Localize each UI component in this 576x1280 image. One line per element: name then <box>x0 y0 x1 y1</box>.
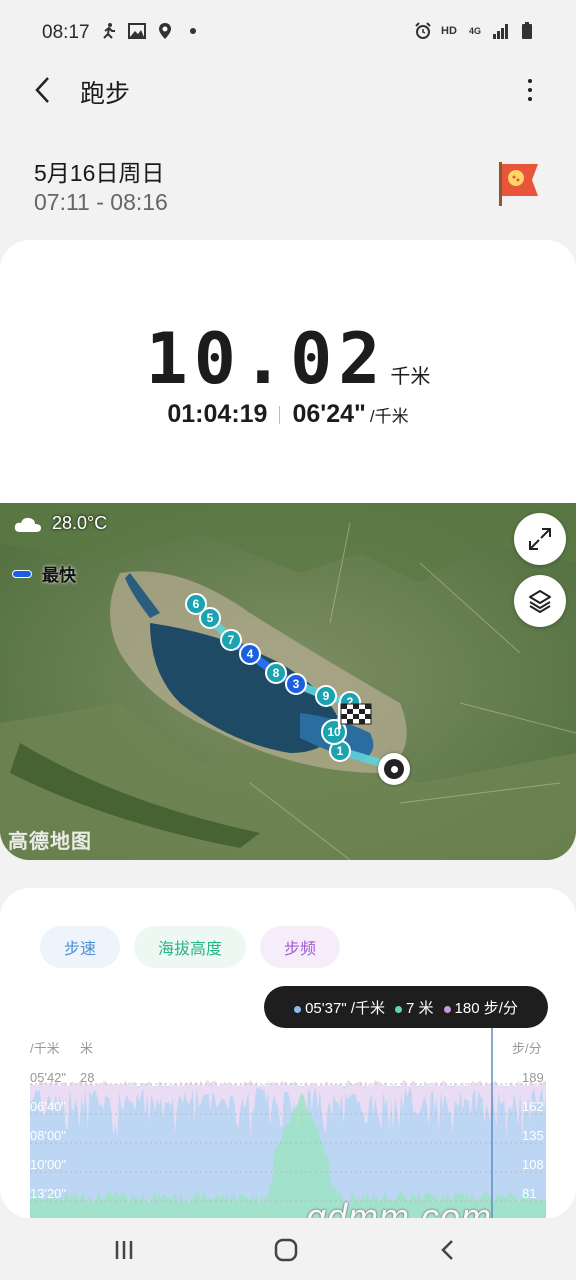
pace-tick: 13'20" <box>30 1186 66 1201</box>
route-marker-4[interactable]: 4 <box>239 643 261 665</box>
run-notification-icon <box>100 22 118 40</box>
flag-icon[interactable] <box>496 160 542 208</box>
more-dot-icon <box>528 79 532 83</box>
location-icon <box>156 22 174 40</box>
temperature: 28.0°C <box>52 513 108 533</box>
map-provider-logo: 高德地图 <box>8 831 92 853</box>
route-marker-7[interactable]: 7 <box>220 629 242 651</box>
expand-icon <box>529 528 551 550</box>
fullscreen-button[interactable] <box>514 513 566 565</box>
tooltip-altitude: 7 米 <box>406 999 434 1017</box>
dot-icon <box>184 22 202 40</box>
system-nav-bar <box>0 1218 576 1280</box>
status-time: 08:17 <box>42 22 90 43</box>
gallery-icon <box>128 22 146 40</box>
more-dot-icon <box>528 97 532 101</box>
left-unit-pace: /千米 <box>30 1041 60 1056</box>
pace-unit: /千米 <box>369 407 409 426</box>
route-marker-8[interactable]: 8 <box>265 662 287 684</box>
layers-icon <box>529 590 551 613</box>
route-marker-6[interactable]: 6 <box>185 593 207 615</box>
hd-icon: HD <box>441 25 457 37</box>
recent-apps-button[interactable] <box>108 1234 140 1266</box>
route-marker-3[interactable]: 3 <box>285 673 307 695</box>
pace-value: 06'24" <box>292 400 366 428</box>
duration-value: 01:04:19 <box>167 400 268 428</box>
route-marker-9[interactable]: 9 <box>315 685 337 707</box>
cadence-tick: 135 <box>522 1128 544 1143</box>
signal-icon <box>492 22 510 40</box>
tab-altitude[interactable]: 海拔高度 <box>134 926 246 968</box>
pace-tick: 06'40" <box>30 1099 66 1114</box>
finish-flag-icon <box>336 703 374 729</box>
back-button[interactable] <box>28 74 60 106</box>
chevron-left-icon <box>35 77 49 103</box>
recents-icon <box>115 1241 133 1259</box>
cadence-tick: 108 <box>522 1157 544 1172</box>
alarm-icon <box>414 22 432 40</box>
start-marker[interactable] <box>378 753 410 785</box>
more-dot-icon <box>528 88 532 92</box>
status-bar: 08:17 HD 4G <box>0 0 576 66</box>
tab-pace[interactable]: 步速 <box>40 926 120 968</box>
pace-dot-icon <box>294 1005 302 1013</box>
more-options-button[interactable] <box>516 76 544 104</box>
fastest-legend-icon <box>12 569 32 578</box>
session-time-range: 07:11 - 08:16 <box>34 189 168 215</box>
distance-unit: 千米 <box>390 366 431 388</box>
tab-cadence[interactable]: 步频 <box>260 926 340 968</box>
app-bar: 跑步 <box>0 66 576 114</box>
4g-icon: 4G <box>468 26 481 36</box>
altitude-tick: 28 <box>80 1070 94 1085</box>
home-button[interactable] <box>270 1234 302 1266</box>
page-title: 跑步 <box>80 80 131 108</box>
back-nav-button[interactable] <box>432 1234 464 1266</box>
cadence-dot-icon <box>443 1005 451 1013</box>
battery-icon <box>518 22 536 40</box>
cloud-icon <box>14 517 41 532</box>
altitude-dot-icon <box>395 1005 402 1013</box>
pace-tick: 08'00" <box>30 1128 66 1143</box>
distance-value: 10.02 <box>145 318 387 400</box>
summary-card: 10.02 千米 01:04:19 06'24" /千米 28.0°C 最快 1… <box>0 240 576 860</box>
right-unit-cadence: 步/分 <box>512 1041 542 1056</box>
cadence-tick: 189 <box>522 1070 544 1085</box>
start-dot-icon <box>384 759 404 779</box>
tooltip-pace: 05'37" /千米 <box>305 999 385 1017</box>
pace-tick: 10'00" <box>30 1157 66 1172</box>
route-map[interactable]: 28.0°C 最快 1 2 3 4 5 6 7 8 9 10 高德地图 <box>0 503 576 860</box>
home-icon <box>274 1238 298 1262</box>
pace-tick: 05'42" <box>30 1070 66 1085</box>
cadence-tick: 162 <box>522 1099 544 1114</box>
cadence-tick: 81 <box>522 1186 536 1201</box>
map-layers-button[interactable] <box>514 575 566 627</box>
back-nav-icon <box>441 1240 453 1260</box>
workout-chart[interactable]: /千米 米 步/分 05'42" 28 06'40" 08'00" 10'00"… <box>0 1028 576 1218</box>
left-unit-altitude: 米 <box>80 1041 93 1056</box>
chart-tooltip: 05'37" /千米 7 米 180 步/分 <box>264 986 548 1028</box>
tooltip-cadence: 180 步/分 <box>454 999 518 1017</box>
fastest-label: 最快 <box>42 566 76 585</box>
chart-card: 步速 海拔高度 步频 05'37" /千米 7 米 180 步/分 /千米 米 … <box>0 888 576 1218</box>
divider <box>279 405 281 424</box>
session-date: 5月16日周日 <box>34 160 165 186</box>
